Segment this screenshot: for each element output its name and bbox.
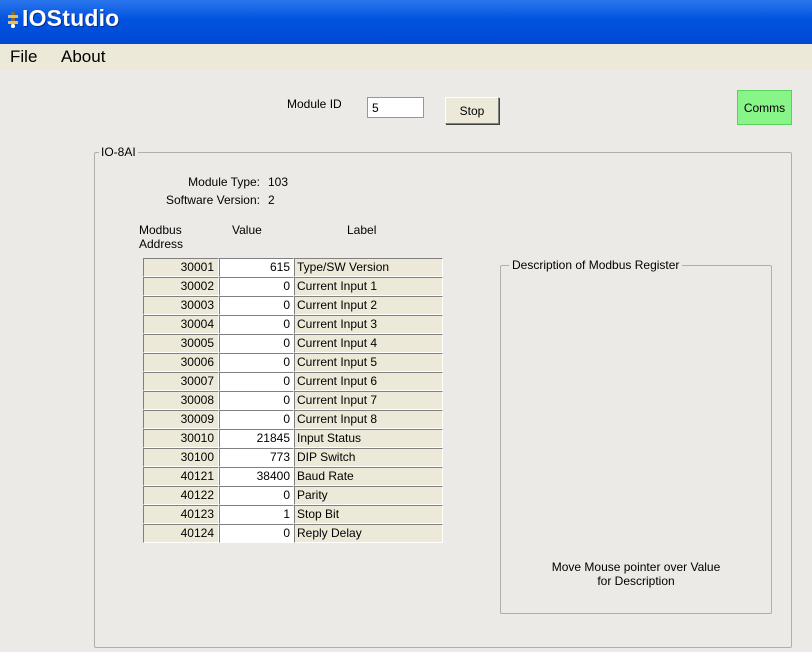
label-cell: Current Input 5 xyxy=(294,353,443,372)
table-row: 30100 773 DIP Switch xyxy=(143,448,443,467)
menu-about[interactable]: About xyxy=(61,47,105,67)
column-header-address: Modbus Address xyxy=(139,223,183,251)
title-bar: IOStudio xyxy=(0,0,812,44)
value-cell[interactable]: 0 xyxy=(219,391,294,410)
address-cell: 30008 xyxy=(143,391,219,410)
address-cell: 40123 xyxy=(143,505,219,524)
value-cell[interactable]: 0 xyxy=(219,334,294,353)
label-cell: Current Input 4 xyxy=(294,334,443,353)
table-row: 30007 0 Current Input 6 xyxy=(143,372,443,391)
value-cell[interactable]: 773 xyxy=(219,448,294,467)
label-cell: Current Input 2 xyxy=(294,296,443,315)
app-icon xyxy=(8,12,18,28)
label-cell: Parity xyxy=(294,486,443,505)
address-cell: 40122 xyxy=(143,486,219,505)
label-cell: Current Input 1 xyxy=(294,277,443,296)
menu-bar: File About xyxy=(0,44,812,70)
address-cell: 30002 xyxy=(143,277,219,296)
stop-button[interactable]: Stop xyxy=(445,97,499,124)
description-hint: Move Mouse pointer over Value for Descri… xyxy=(501,560,771,588)
description-hint-line2: for Description xyxy=(597,574,675,588)
table-row: 40124 0 Reply Delay xyxy=(143,524,443,543)
software-version-label: Software Version: xyxy=(165,193,260,207)
address-cell: 30003 xyxy=(143,296,219,315)
table-row: 30003 0 Current Input 2 xyxy=(143,296,443,315)
address-cell: 30009 xyxy=(143,410,219,429)
address-cell: 40121 xyxy=(143,467,219,486)
software-version-value: 2 xyxy=(268,193,275,207)
value-cell[interactable]: 0 xyxy=(219,296,294,315)
address-cell: 30001 xyxy=(143,258,219,277)
label-cell: Type/SW Version xyxy=(294,258,443,277)
module-type-value: 103 xyxy=(268,175,289,189)
module-group-title: IO-8AI xyxy=(99,145,138,159)
label-cell: DIP Switch xyxy=(294,448,443,467)
value-cell[interactable]: 0 xyxy=(219,372,294,391)
label-cell: Current Input 6 xyxy=(294,372,443,391)
table-row: 30006 0 Current Input 5 xyxy=(143,353,443,372)
value-cell[interactable]: 615 xyxy=(219,258,294,277)
address-cell: 30006 xyxy=(143,353,219,372)
address-cell: 40124 xyxy=(143,524,219,543)
column-header-label: Label xyxy=(347,223,377,237)
value-cell[interactable]: 0 xyxy=(219,524,294,543)
table-row: 30004 0 Current Input 3 xyxy=(143,315,443,334)
address-cell: 30100 xyxy=(143,448,219,467)
column-header-address-line1: Modbus xyxy=(139,223,182,237)
address-cell: 30005 xyxy=(143,334,219,353)
table-row: 40122 0 Parity xyxy=(143,486,443,505)
label-cell: Reply Delay xyxy=(294,524,443,543)
table-row: 30009 0 Current Input 8 xyxy=(143,410,443,429)
value-cell[interactable]: 0 xyxy=(219,410,294,429)
label-cell: Current Input 7 xyxy=(294,391,443,410)
module-id-input[interactable] xyxy=(367,97,424,118)
label-cell: Baud Rate xyxy=(294,467,443,486)
value-cell[interactable]: 21845 xyxy=(219,429,294,448)
address-cell: 30010 xyxy=(143,429,219,448)
table-row: 30010 21845 Input Status xyxy=(143,429,443,448)
address-cell: 30004 xyxy=(143,315,219,334)
value-cell[interactable]: 0 xyxy=(219,353,294,372)
address-cell: 30007 xyxy=(143,372,219,391)
label-cell: Stop Bit xyxy=(294,505,443,524)
value-cell[interactable]: 0 xyxy=(219,315,294,334)
window-title: IOStudio xyxy=(22,5,120,31)
label-cell: Current Input 3 xyxy=(294,315,443,334)
table-row: 30005 0 Current Input 4 xyxy=(143,334,443,353)
module-id-label: Module ID xyxy=(287,97,342,111)
module-type-label: Module Type: xyxy=(188,175,260,189)
description-panel: Description of Modbus Register Move Mous… xyxy=(500,258,772,614)
value-cell[interactable]: 0 xyxy=(219,277,294,296)
description-title: Description of Modbus Register xyxy=(509,258,683,272)
label-cell: Current Input 8 xyxy=(294,410,443,429)
table-row: 30001 615 Type/SW Version xyxy=(143,258,443,277)
value-cell[interactable]: 1 xyxy=(219,505,294,524)
column-header-value: Value xyxy=(232,223,262,237)
description-hint-line1: Move Mouse pointer over Value xyxy=(551,560,721,574)
value-cell[interactable]: 38400 xyxy=(219,467,294,486)
menu-file[interactable]: File xyxy=(10,47,37,67)
table-row: 40123 1 Stop Bit xyxy=(143,505,443,524)
column-header-address-line2: Address xyxy=(139,237,184,251)
table-row: 30008 0 Current Input 7 xyxy=(143,391,443,410)
comms-indicator: Comms xyxy=(737,90,792,125)
value-cell[interactable]: 0 xyxy=(219,486,294,505)
table-row: 30002 0 Current Input 1 xyxy=(143,277,443,296)
label-cell: Input Status xyxy=(294,429,443,448)
table-row: 40121 38400 Baud Rate xyxy=(143,467,443,486)
